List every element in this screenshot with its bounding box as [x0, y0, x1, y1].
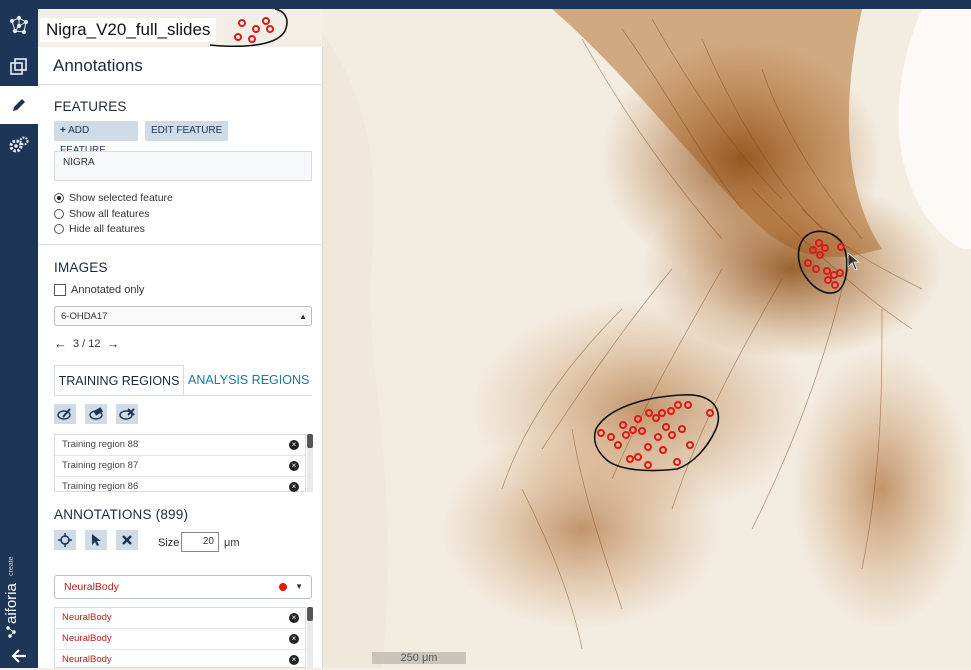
list-item[interactable]: NeuralBody × [55, 629, 305, 650]
size-label: Size [158, 537, 180, 549]
brand-sub: create [8, 556, 15, 576]
size-input[interactable]: 20 [181, 532, 219, 552]
close-icon[interactable]: × [289, 613, 299, 623]
draw-region-icon[interactable] [54, 404, 76, 424]
show-selected-feature-radio[interactable]: Show selected feature [54, 192, 173, 204]
size-unit: μm [224, 537, 240, 549]
add-feature-button[interactable]: + ADD FEATURE [54, 121, 138, 156]
delete-annotation-icon[interactable] [116, 530, 138, 550]
next-arrow-icon[interactable]: → [107, 336, 120, 351]
list-item[interactable]: Training region 87 × [55, 456, 305, 477]
close-icon[interactable]: × [289, 634, 299, 644]
panel-title: Annotations [38, 47, 322, 85]
close-icon[interactable]: × [289, 461, 299, 471]
network-icon[interactable] [0, 7, 38, 45]
list-item[interactable]: Training region 86 × [55, 477, 305, 497]
caret-down-icon: ▼ [295, 582, 303, 591]
show-all-features-radio[interactable]: Show all features [54, 208, 150, 220]
gears-icon[interactable] [0, 126, 38, 164]
pencil-icon[interactable] [0, 86, 38, 124]
annotation-list: NeuralBody × NeuralBody × NeuralBody × [54, 607, 306, 668]
layers-icon[interactable] [0, 48, 38, 86]
annotation-class-select[interactable]: NeuralBody ▼ [54, 575, 312, 599]
annotations-heading: ANNOTATIONS (899) [54, 507, 189, 522]
close-icon[interactable]: × [289, 440, 299, 450]
image-pager: ← 3 / 12 → [54, 336, 120, 351]
slide-title: Nigra_V20_full_slides [40, 18, 217, 42]
plus-icon: + [60, 125, 66, 136]
region-tabs: TRAINING REGIONS ANALYSIS REGIONS [54, 365, 312, 396]
tab-training-regions[interactable]: TRAINING REGIONS [54, 365, 184, 395]
annotation-list-scrollbar[interactable] [307, 607, 313, 668]
list-item[interactable]: NeuralBody × [55, 608, 305, 629]
back-arrow-icon[interactable] [0, 644, 38, 668]
scale-bar: 250 μm [372, 652, 466, 664]
erase-region-icon[interactable] [85, 404, 107, 424]
images-heading: IMAGES [54, 260, 108, 275]
feature-list[interactable]: NIGRA [54, 151, 312, 181]
up-down-arrows-icon: ▲ [299, 312, 307, 321]
aiforia-logo: aiforia create [2, 528, 36, 638]
top-bar [38, 0, 971, 9]
feature-item[interactable]: NIGRA [63, 157, 95, 168]
tab-analysis-regions[interactable]: ANALYSIS REGIONS [188, 365, 309, 395]
features-heading: FEATURES [54, 99, 127, 114]
crosshair-icon[interactable] [54, 530, 76, 550]
tissue-image [322, 9, 971, 668]
hide-all-features-radio[interactable]: Hide all features [54, 223, 145, 235]
brand-name: aiforia [3, 582, 20, 624]
edit-feature-button[interactable]: EDIT FEATURE [145, 121, 229, 141]
list-item[interactable]: NeuralBody × [55, 650, 305, 670]
pointer-icon[interactable] [85, 530, 107, 550]
divider [38, 244, 322, 245]
page-indicator: 3 / 12 [73, 337, 101, 350]
annotated-only-checkbox[interactable]: Annotated only [54, 284, 144, 296]
prev-arrow-icon[interactable]: ← [54, 336, 67, 351]
annotations-panel: Annotations FEATURES + ADD FEATURE EDIT … [38, 47, 323, 668]
list-item[interactable]: Training region 88 × [55, 435, 305, 456]
class-color-dot [279, 583, 287, 591]
tissue-viewer[interactable]: 250 μm [322, 9, 971, 668]
delete-region-icon[interactable] [116, 404, 138, 424]
region-list-scrollbar[interactable] [307, 434, 313, 492]
close-icon[interactable]: × [289, 655, 299, 665]
close-icon[interactable]: × [289, 482, 299, 492]
app-rail: aiforia create [0, 0, 38, 668]
image-select[interactable]: 6-OHDA17 ▲ [54, 306, 312, 326]
training-region-list: Training region 88 × Training region 87 × … [54, 434, 306, 492]
